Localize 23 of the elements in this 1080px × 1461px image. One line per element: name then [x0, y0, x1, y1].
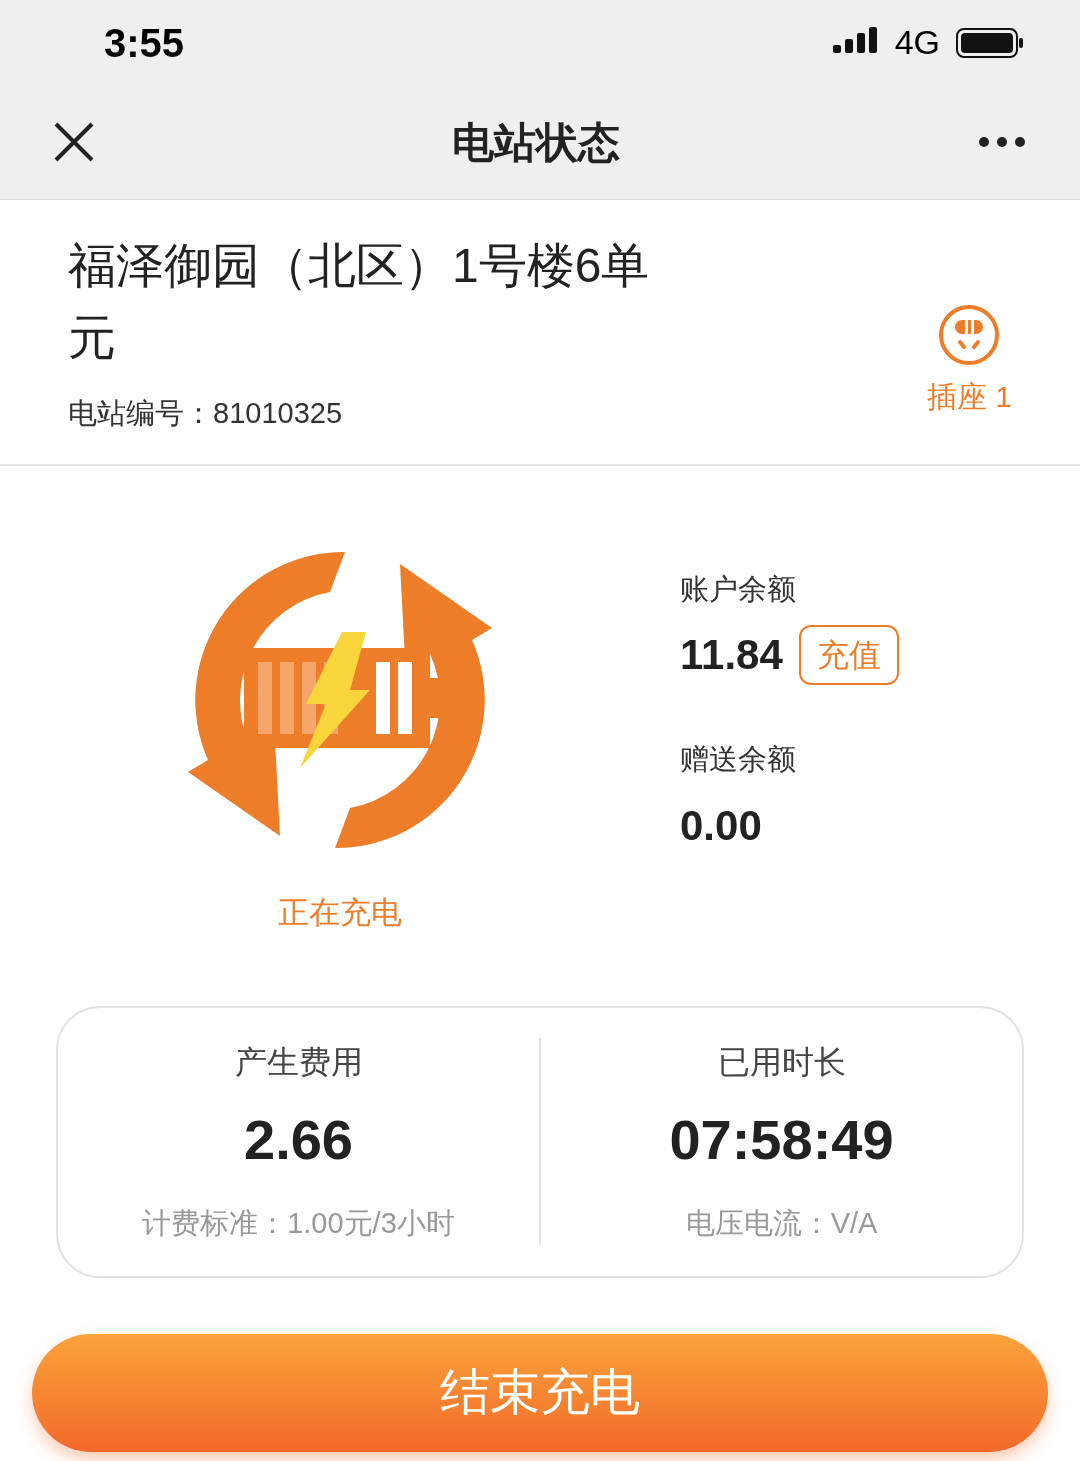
end-charging-button[interactable]: 结束充电: [32, 1333, 1048, 1452]
station-number: 电站编号：81010325: [68, 396, 344, 431]
gift-balance-value: 0.00: [680, 800, 763, 851]
recharge-button[interactable]: 充值: [798, 624, 899, 685]
balance-value: 11.84: [680, 630, 783, 680]
socket-label: 插座 1: [926, 379, 1012, 415]
station-name: 福泽御园（北区）1号楼6单元: [68, 238, 651, 366]
battery-icon: [956, 26, 1024, 59]
more-icon[interactable]: [978, 136, 1026, 148]
status-time: 3:55: [104, 19, 185, 67]
socket-icon[interactable]: [938, 304, 1001, 366]
network-label: 4G: [894, 22, 940, 63]
charging-status: 正在充电: [278, 893, 402, 932]
close-icon[interactable]: [54, 122, 94, 162]
stat-value: 2.66: [244, 1106, 353, 1173]
stat-label: 已用时长: [717, 1042, 846, 1082]
stat-value: 07:58:49: [669, 1106, 894, 1173]
gift-balance-label: 赠送余额: [680, 742, 797, 777]
page-title: 电站状态: [452, 117, 620, 168]
stat-detail: 计费标准：1.00元/3小时: [142, 1205, 455, 1241]
balance-label: 账户余额: [680, 571, 797, 607]
stat-detail: 电压电流：V/A: [685, 1205, 878, 1241]
stat-label: 产生费用: [234, 1042, 363, 1082]
